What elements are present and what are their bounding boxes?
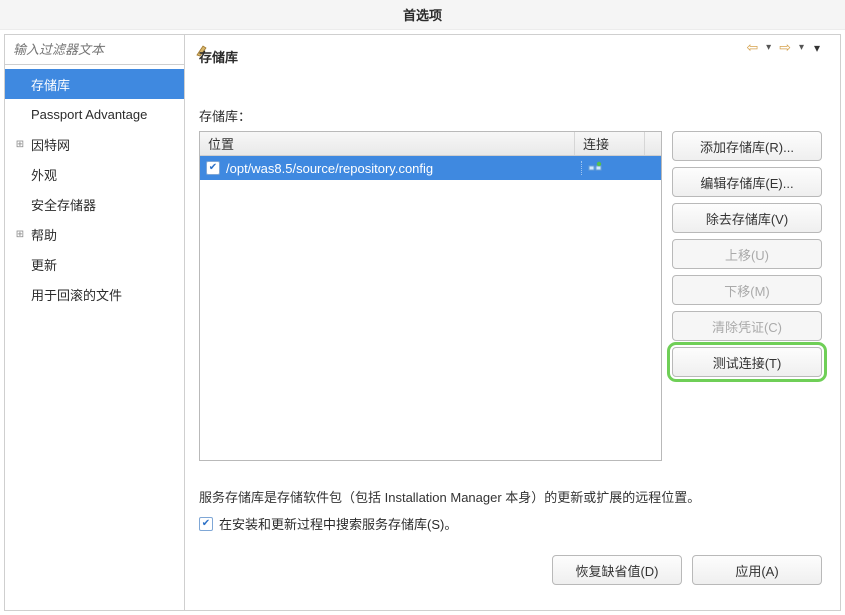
- search-service-repo-row[interactable]: ✔ 在安装和更新过程中搜索服务存储库(S)。: [199, 514, 822, 533]
- sidebar-item-update[interactable]: 更新: [5, 249, 184, 279]
- table-row[interactable]: ✔ /opt/was8.5/source/repository.config: [200, 156, 661, 180]
- sidebar-item-label: 用于回滚的文件: [27, 285, 122, 304]
- clear-credentials-button: 清除凭证(C): [672, 311, 822, 341]
- sidebar-item-help[interactable]: ⊞ 帮助: [5, 219, 184, 249]
- table-body: ✔ /opt/was8.5/source/repository.config: [200, 156, 661, 460]
- nav-back-icon[interactable]: ⇦: [744, 39, 760, 56]
- filter-row: [5, 35, 184, 65]
- move-up-button: 上移(U): [672, 239, 822, 269]
- sidebar-item-label: 帮助: [27, 225, 57, 244]
- window-title: 首选项: [0, 0, 845, 30]
- cell-location: ✔ /opt/was8.5/source/repository.config: [200, 161, 581, 176]
- expander-icon[interactable]: ⊞: [13, 229, 27, 240]
- apply-button[interactable]: 应用(A): [692, 555, 822, 585]
- column-header-connection[interactable]: 连接: [575, 132, 645, 155]
- search-service-repo-checkbox[interactable]: ✔: [199, 517, 213, 531]
- sidebar-item-label: Passport Advantage: [27, 107, 147, 122]
- connection-ok-icon: [588, 161, 602, 175]
- sidebar-item-repository[interactable]: 存储库: [5, 69, 184, 99]
- sidebar-item-appearance[interactable]: 外观: [5, 159, 184, 189]
- repo-list-label: 存储库：: [199, 106, 822, 125]
- column-header-spacer: [645, 132, 661, 155]
- add-repo-button[interactable]: 添加存储库(R)...: [672, 131, 822, 161]
- sidebar-item-label: 因特网: [27, 135, 70, 154]
- sidebar-item-label: 更新: [27, 255, 57, 274]
- sidebar-item-label: 外观: [27, 165, 57, 184]
- sidebar-item-label: 安全存储器: [27, 195, 96, 214]
- filter-input[interactable]: [9, 40, 195, 59]
- sidebar-item-rollback-files[interactable]: 用于回滚的文件: [5, 279, 184, 309]
- nav-back-menu-icon[interactable]: ▾: [764, 42, 773, 53]
- sidebar-item-passport[interactable]: Passport Advantage: [5, 99, 184, 129]
- repo-path: /opt/was8.5/source/repository.config: [226, 161, 433, 176]
- footer-buttons: 恢复缺省值(D) 应用(A): [199, 555, 822, 585]
- cell-connection: [581, 161, 651, 175]
- nav-forward-menu-icon[interactable]: ▾: [797, 42, 806, 53]
- sidebar-item-label: 存储库: [27, 75, 70, 94]
- content-pane: ⇦ ▾ ⇨ ▾ ▾ 存储库 存储库： 位置 连接: [185, 35, 840, 610]
- table-header: 位置 连接: [200, 132, 661, 156]
- move-down-button: 下移(M): [672, 275, 822, 305]
- view-menu-icon[interactable]: ▾: [810, 41, 824, 55]
- row-checkbox[interactable]: ✔: [206, 161, 220, 175]
- search-service-repo-label: 在安装和更新过程中搜索服务存储库(S)。: [219, 514, 457, 533]
- remove-repo-button[interactable]: 除去存储库(V): [672, 203, 822, 233]
- restore-defaults-button[interactable]: 恢复缺省值(D): [552, 555, 682, 585]
- repo-table: 位置 连接 ✔ /opt/was8.5/source/repository.co…: [199, 131, 662, 461]
- nav-forward-icon[interactable]: ⇨: [777, 39, 793, 56]
- page-title: 存储库: [199, 47, 822, 66]
- sidebar-item-secure-storage[interactable]: 安全存储器: [5, 189, 184, 219]
- content-nav: ⇦ ▾ ⇨ ▾ ▾: [744, 39, 824, 56]
- nav-tree: 存储库 Passport Advantage ⊞ 因特网 外观 安全存储器: [5, 65, 184, 313]
- sidebar-item-internet[interactable]: ⊞ 因特网: [5, 129, 184, 159]
- sidebar: 存储库 Passport Advantage ⊞ 因特网 外观 安全存储器: [5, 35, 185, 610]
- column-header-location[interactable]: 位置: [200, 132, 575, 155]
- edit-repo-button[interactable]: 编辑存储库(E)...: [672, 167, 822, 197]
- description-text: 服务存储库是存储软件包（包括 Installation Manager 本身）的…: [199, 487, 822, 506]
- test-connection-button[interactable]: 测试连接(T): [672, 347, 822, 377]
- repo-button-column: 添加存储库(R)... 编辑存储库(E)... 除去存储库(V) 上移(U) 下…: [672, 131, 822, 461]
- expander-icon[interactable]: ⊞: [13, 139, 27, 150]
